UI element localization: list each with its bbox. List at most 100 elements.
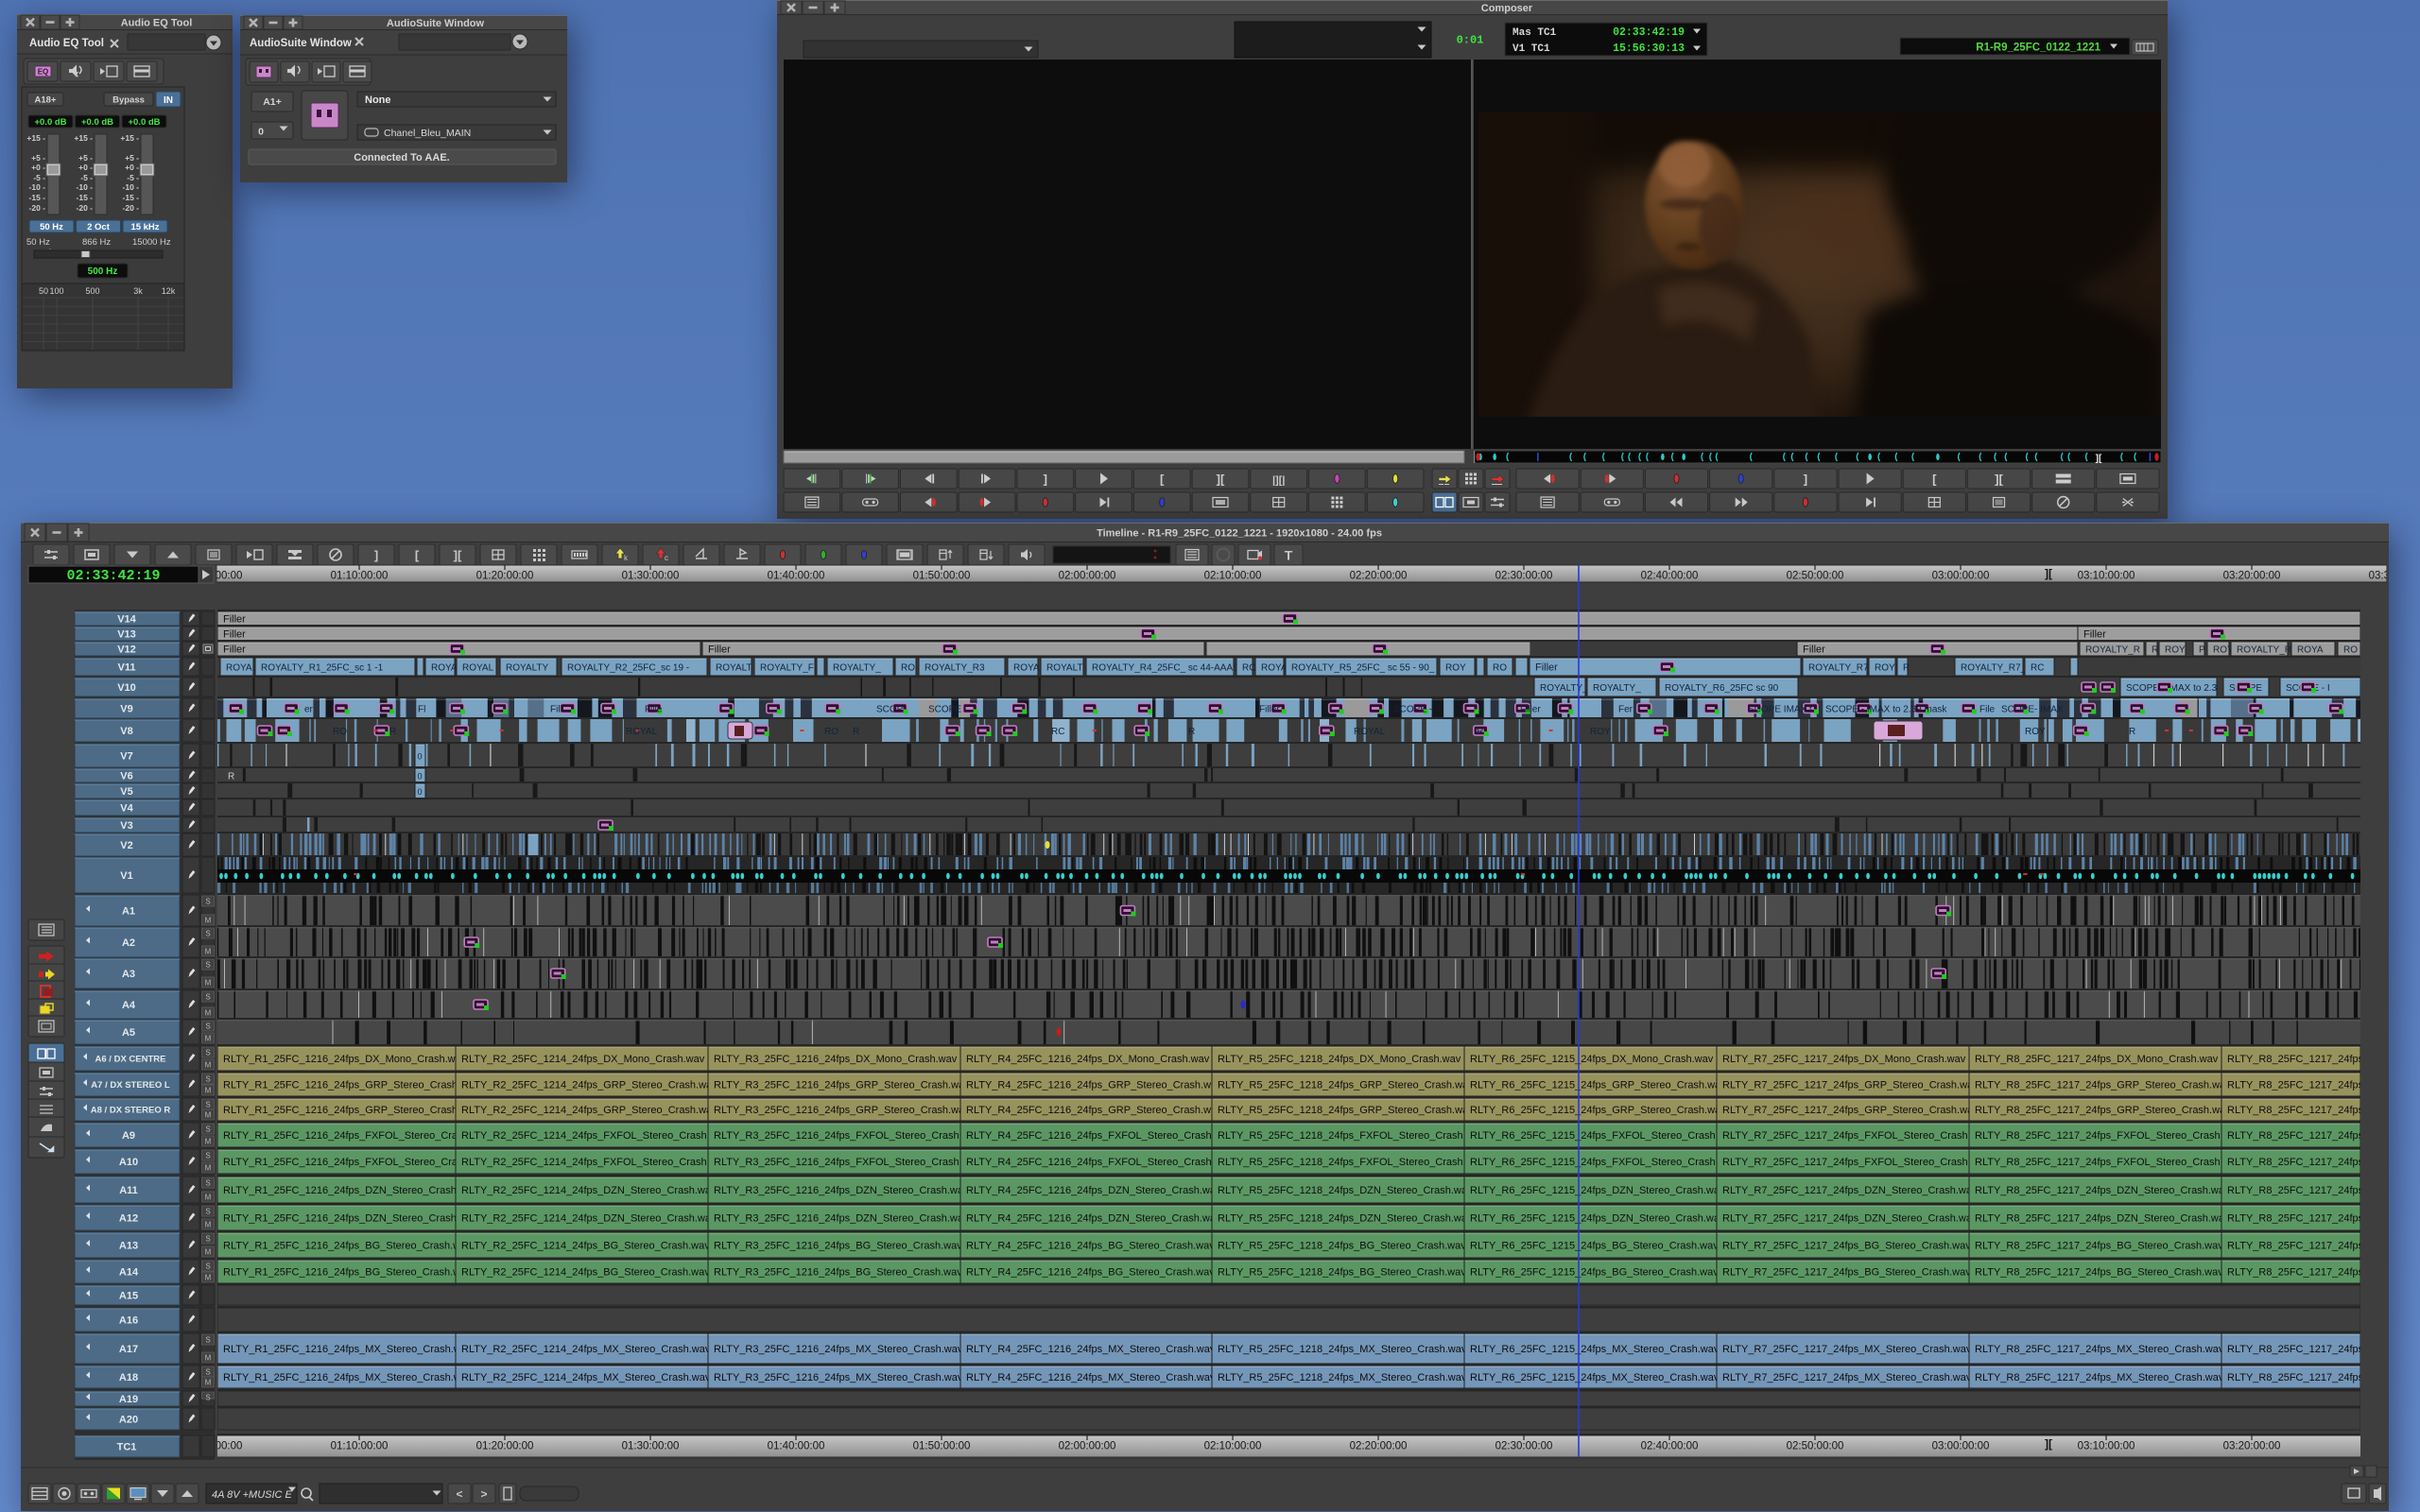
svg-text:V6: V6 bbox=[120, 771, 132, 782]
svg-text:+5 -: +5 - bbox=[125, 153, 139, 163]
svg-text:ROYAL: ROYAL bbox=[1354, 727, 1386, 737]
svg-text:RLTY_R2_25FC_1214_24fps_MX_Ste: RLTY_R2_25FC_1214_24fps_MX_Stereo_Crash.… bbox=[461, 1344, 711, 1355]
svg-text:-20 -: -20 - bbox=[123, 203, 140, 213]
svg-text:S: S bbox=[205, 1235, 210, 1244]
svg-text:RLTY_R4_25FC_1216_24fps_GRP_St: RLTY_R4_25FC_1216_24fps_GRP_Stereo_Crash… bbox=[966, 1105, 1222, 1116]
svg-text:]: ] bbox=[1804, 472, 1807, 487]
svg-text:er: er bbox=[304, 705, 314, 715]
svg-text:Filler: Filler bbox=[223, 629, 246, 641]
svg-text:RLTY_R3_25FC_1216_24fps_GRP_St: RLTY_R3_25FC_1216_24fps_GRP_Stereo_Crash… bbox=[714, 1080, 970, 1091]
svg-text:ROYALTY_R2_25FC_sc 19 -: ROYALTY_R2_25FC_sc 19 - bbox=[567, 663, 689, 674]
svg-text:R: R bbox=[1477, 727, 1483, 737]
svg-text:RLTY_R5_25FC_1218_24fps_BG_Ste: RLTY_R5_25FC_1218_24fps_BG_Stereo_Crash.… bbox=[1218, 1267, 1466, 1279]
svg-text:A9: A9 bbox=[122, 1130, 135, 1142]
svg-text:RLTY_R2_25FC_1214_24fps_GRP_St: RLTY_R2_25FC_1214_24fps_GRP_Stereo_Crash… bbox=[461, 1080, 717, 1091]
svg-text:A6 / DX CENTRE: A6 / DX CENTRE bbox=[95, 1055, 166, 1065]
svg-text:Fill: Fill bbox=[550, 705, 562, 715]
svg-text:V8: V8 bbox=[120, 726, 132, 737]
svg-text:50 Hz: 50 Hz bbox=[26, 237, 50, 248]
svg-text:RLTY_R7_25FC_1217_24fps_GRP_St: RLTY_R7_25FC_1217_24fps_GRP_Stereo_Crash… bbox=[1722, 1080, 1979, 1091]
svg-text:-15 -: -15 - bbox=[29, 193, 46, 202]
svg-text:RLTY_R8_25FC_1217_24fps_GRP_St: RLTY_R8_25FC_1217_24fps_GRP_Stereo_Crash… bbox=[1975, 1105, 2231, 1116]
svg-text:RLTY_R7_25FC_1217_24fps_BG_Ste: RLTY_R7_25FC_1217_24fps_BG_Stereo_Crash.… bbox=[1722, 1267, 1971, 1279]
svg-text:V1: V1 bbox=[120, 870, 132, 882]
svg-text:100: 100 bbox=[49, 286, 63, 296]
svg-text:A1+: A1+ bbox=[263, 96, 282, 108]
svg-text:M: M bbox=[205, 1138, 212, 1146]
svg-text:RLTY_R1_25FC_1216_24fps_BG_Ste: RLTY_R1_25FC_1216_24fps_BG_Stereo_Crash.… bbox=[223, 1241, 472, 1252]
svg-text:RLTY_R4_25FC_1216_24fps_BG_Ste: RLTY_R4_25FC_1216_24fps_BG_Stereo_Crash.… bbox=[966, 1267, 1215, 1279]
svg-text:RLTY_R2_25FC_1214_24fps_DZN_St: RLTY_R2_25FC_1214_24fps_DZN_Stereo_Crash… bbox=[461, 1213, 717, 1225]
svg-text:R: R bbox=[2129, 727, 2135, 737]
svg-text:RLTY_R4_25FC_1216_24fps_FXFOL_: RLTY_R4_25FC_1216_24fps_FXFOL_Stereo_Cra… bbox=[966, 1157, 1234, 1168]
svg-text:M: M bbox=[205, 948, 212, 956]
svg-text:50: 50 bbox=[39, 286, 48, 296]
svg-text:S: S bbox=[205, 1368, 210, 1377]
svg-text:ROYALT: ROYALT bbox=[1046, 663, 1083, 674]
svg-text:ROYAL: ROYAL bbox=[462, 663, 494, 674]
svg-text:A12: A12 bbox=[119, 1213, 138, 1225]
svg-text:RLTY_R1_25FC_1216_24fps_DZN_St: RLTY_R1_25FC_1216_24fps_DZN_Stereo_Crash… bbox=[223, 1213, 478, 1225]
svg-text:RLTY_R7_25FC_1217_24fps_BG_Ste: RLTY_R7_25FC_1217_24fps_BG_Stereo_Crash.… bbox=[1722, 1241, 1971, 1252]
svg-text:ROY: ROY bbox=[2165, 645, 2186, 656]
svg-text:RLTY_R4_25FC_1216_24fps_FXFOL_: RLTY_R4_25FC_1216_24fps_FXFOL_Stereo_Cra… bbox=[966, 1130, 1234, 1142]
svg-text:V11: V11 bbox=[118, 662, 136, 674]
svg-text:S: S bbox=[205, 961, 210, 970]
svg-text:15000 Hz: 15000 Hz bbox=[132, 237, 171, 248]
svg-text:RLTY_R3_25FC_1216_24fps_FXFOL_: RLTY_R3_25FC_1216_24fps_FXFOL_Stereo_Cra… bbox=[714, 1157, 981, 1168]
svg-text:-20 -: -20 - bbox=[77, 203, 94, 213]
svg-text:01:30:00:00: 01:30:00:00 bbox=[622, 1441, 680, 1452]
svg-text:-10 -: -10 - bbox=[77, 182, 94, 192]
svg-text:ROYA: ROYA bbox=[1261, 663, 1288, 674]
svg-text:Fille: Fille bbox=[645, 705, 663, 715]
svg-text:M: M bbox=[205, 1221, 212, 1229]
svg-text:15:56:30:13: 15:56:30:13 bbox=[1613, 43, 1685, 55]
svg-text:Fer: Fer bbox=[1618, 705, 1634, 715]
svg-text:02:50:00:00: 02:50:00:00 bbox=[1787, 1441, 1844, 1452]
svg-text:02:10:00:00: 02:10:00:00 bbox=[1204, 571, 1262, 582]
svg-text:02:20:00:00: 02:20:00:00 bbox=[1350, 571, 1408, 582]
svg-text:V13: V13 bbox=[117, 629, 136, 641]
svg-text:RLTY_R1_25FC_1216_24fps_MX_Ste: RLTY_R1_25FC_1216_24fps_MX_Stereo_Crash.… bbox=[223, 1372, 473, 1383]
svg-text:0: 0 bbox=[258, 127, 264, 138]
svg-text:RLTY_R6_25FC_1215_24fps_FXFOL_: RLTY_R6_25FC_1215_24fps_FXFOL_Stereo_Cra… bbox=[1470, 1130, 1737, 1142]
svg-text:ROYAL: ROYAL bbox=[626, 727, 658, 737]
svg-text:RLTY_R1_25FC_1216_24fps_GRP_St: RLTY_R1_25FC_1216_24fps_GRP_Stereo_Crash… bbox=[223, 1080, 479, 1091]
svg-text:RLTY_R6_25FC_1215_24fps_DX_Mon: RLTY_R6_25FC_1215_24fps_DX_Mono_Crash.wa… bbox=[1470, 1054, 1714, 1065]
svg-text:RLTY_R1_25FC_1216_24fps_GRP_St: RLTY_R1_25FC_1216_24fps_GRP_Stereo_Crash… bbox=[223, 1105, 479, 1116]
svg-text:RC: RC bbox=[1051, 727, 1064, 737]
svg-text:RLTY_R8_25FC_1217_24fps_DZN_St: RLTY_R8_25FC_1217_24fps_DZN_Stereo_Crash… bbox=[1975, 1185, 2230, 1196]
svg-text:A20: A20 bbox=[119, 1415, 138, 1426]
svg-text:-15 -: -15 - bbox=[77, 193, 94, 202]
svg-text:-15 -: -15 - bbox=[123, 193, 140, 202]
svg-text:EQ: EQ bbox=[38, 68, 49, 77]
svg-text:None: None bbox=[365, 94, 391, 106]
svg-text:RLTY_R1_25FC_1216_24fps_BG_Ste: RLTY_R1_25FC_1216_24fps_BG_Stereo_Crash.… bbox=[223, 1267, 472, 1279]
svg-text:RLTY_R3_25FC_1216_24fps_BG_Ste: RLTY_R3_25FC_1216_24fps_BG_Stereo_Crash.… bbox=[714, 1241, 962, 1252]
svg-text:M: M bbox=[205, 1009, 212, 1018]
svg-text:RLTY_R2_25FC_1214_24fps_BG_Ste: RLTY_R2_25FC_1214_24fps_BG_Stereo_Crash.… bbox=[461, 1241, 710, 1252]
svg-text:RLTY_R2_25FC_1214_24fps_MX_Ste: RLTY_R2_25FC_1214_24fps_MX_Stereo_Crash.… bbox=[461, 1372, 711, 1383]
svg-text:SCOPE - IMAX to 2.39 mask: SCOPE - IMAX to 2.39 mask bbox=[1825, 705, 1947, 715]
svg-text:01:20:00:00: 01:20:00:00 bbox=[476, 1441, 534, 1452]
svg-text:S: S bbox=[205, 1394, 210, 1402]
svg-text:S: S bbox=[205, 1208, 210, 1216]
svg-text:-20 -: -20 - bbox=[29, 203, 46, 213]
svg-text:RLTY_R2_25FC_1214_24fps_DZN_St: RLTY_R2_25FC_1214_24fps_DZN_Stereo_Crash… bbox=[461, 1185, 717, 1196]
svg-text:+0 -: +0 - bbox=[125, 163, 139, 172]
svg-text:RLTY_R7_25FC_1217_24fps_FXFOL_: RLTY_R7_25FC_1217_24fps_FXFOL_Stereo_Cra… bbox=[1722, 1157, 1990, 1168]
svg-text:02:50:00:00: 02:50:00:00 bbox=[1787, 571, 1844, 582]
svg-text:ROYALTY_F: ROYALTY_F bbox=[760, 663, 814, 674]
svg-text:R: R bbox=[2152, 645, 2158, 656]
svg-text:A14: A14 bbox=[119, 1267, 139, 1279]
svg-text:A1: A1 bbox=[122, 906, 135, 918]
svg-text:+15 -: +15 - bbox=[74, 133, 93, 143]
svg-text:RO: RO bbox=[333, 727, 347, 737]
svg-text:S: S bbox=[205, 1179, 210, 1188]
svg-text:M: M bbox=[205, 917, 212, 925]
svg-text:A18: A18 bbox=[119, 1372, 138, 1383]
svg-text:RLTY_R4_25FC_1216_24fps_MX_Ste: RLTY_R4_25FC_1216_24fps_MX_Stereo_Crash.… bbox=[966, 1344, 1216, 1355]
svg-text:R: R bbox=[228, 772, 234, 782]
svg-text:ROYALTY_R5_25FC_ sc 55 - 90_: ROYALTY_R5_25FC_ sc 55 - 90_ bbox=[1291, 663, 1435, 674]
svg-text:M: M bbox=[205, 1194, 212, 1202]
